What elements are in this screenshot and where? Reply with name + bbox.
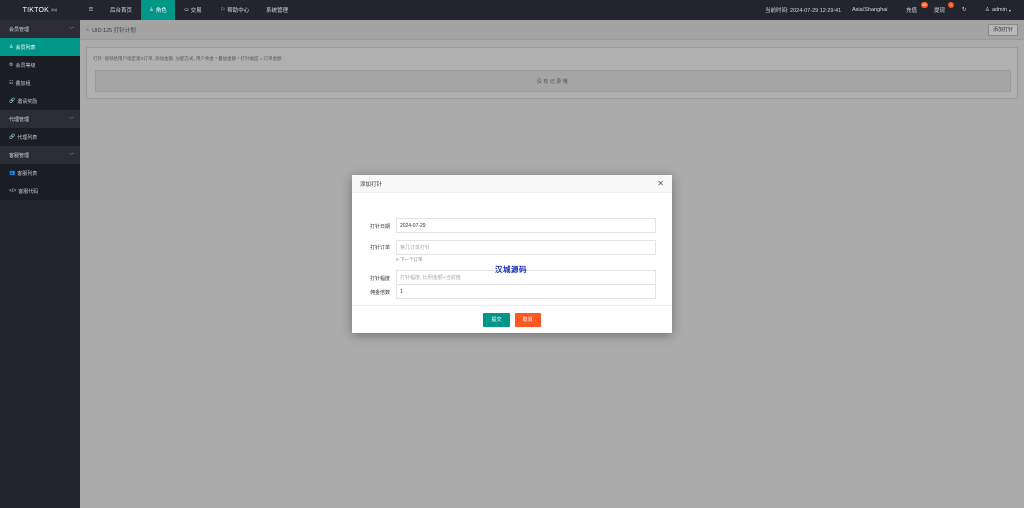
- flag-icon: ⚐: [220, 7, 226, 13]
- dialog-header: 添加打针 ✕: [352, 175, 672, 193]
- current-time: 当前时间: 2024-07-29 12:29:41: [765, 0, 841, 20]
- nav-home-label: 后台首页: [109, 8, 132, 14]
- user-icon: ♙: [149, 7, 154, 13]
- logo-sup: 商城: [50, 8, 58, 12]
- sidebar-group-label: 客服管理: [9, 152, 30, 159]
- user-menu[interactable]: ♙ admin ▾: [985, 0, 1011, 20]
- sidebar-item-label: 客服列表: [17, 170, 38, 177]
- dialog-footer: 提交 取消: [352, 305, 672, 333]
- sidebar-item-invite-reward[interactable]: 🔗 邀请奖励: [0, 92, 80, 110]
- top-bar: TIKTOK 商城 ☰ 后台首页 ♙ 角色 ⛀ 交易 ⚐ 帮助中心 系统管理 当前…: [0, 0, 1024, 20]
- sidebar-item-support-code[interactable]: </> 客服代码: [0, 182, 80, 200]
- breadcrumb-bar: « UID:125 打针计划 添加打针: [80, 20, 1024, 40]
- refresh-icon: ↻: [962, 7, 967, 13]
- sidebar-item-stack-group[interactable]: ☷ 叠加组: [0, 74, 80, 92]
- sidebar-item-label: 客服代码: [18, 188, 39, 195]
- nav-home[interactable]: 后台首页: [102, 0, 140, 20]
- withdraw-link[interactable]: 提现: [934, 0, 945, 20]
- timezone: Asia/Shanghai: [852, 0, 887, 20]
- trade-icon: ⛀: [184, 7, 189, 13]
- order-help: 0-下一个订单: [396, 257, 423, 262]
- sidebar-item-agent-list[interactable]: 🔗 代理列表: [0, 128, 80, 146]
- nav-system[interactable]: 系统管理: [260, 0, 294, 20]
- nav-trade-label: 交易: [190, 8, 202, 14]
- recharge-badge: 56: [921, 2, 928, 8]
- content-panel: 打针: 能够给用户指定第X订单, 添加金额, 分配方式, 用户余金 * 叠加金额…: [86, 47, 1018, 99]
- empty-table: 没有记录哦: [95, 70, 1011, 92]
- order-field[interactable]: 第几订单打针: [396, 240, 656, 255]
- nav-system-label: 系统管理: [265, 8, 288, 14]
- refresh-button[interactable]: ↻: [962, 0, 967, 20]
- nav-role-label: 角色: [155, 8, 167, 14]
- menu-toggle-button[interactable]: ☰: [80, 0, 102, 20]
- chevron-up-icon: ﹀: [68, 152, 74, 159]
- user-icon: ♙: [985, 7, 990, 13]
- recharge-link[interactable]: 充值: [906, 0, 917, 20]
- sidebar-group-label: 代理管理: [9, 116, 30, 123]
- watermark: 汉城源码: [495, 265, 527, 274]
- nav-help[interactable]: ⚐ 帮助中心: [212, 0, 258, 20]
- close-icon[interactable]: ✕: [657, 179, 664, 188]
- add-injection-dialog: 添加打针 ✕ 打针日期 2024-07-29 打针订单 第几订单打针 0-下一个…: [352, 175, 672, 333]
- dialog-title: 添加打针: [360, 181, 383, 188]
- nav-trade[interactable]: ⛀ 交易: [176, 0, 210, 20]
- info-tip: 打针: 能够给用户指定第X订单, 添加金额, 分配方式, 用户余金 * 叠加金额…: [93, 56, 282, 61]
- withdraw-label: 提现: [934, 8, 946, 14]
- chevron-up-icon: ﹀: [68, 26, 74, 33]
- nav-role[interactable]: ♙ 角色: [141, 0, 175, 20]
- time-text: 当前时间: 2024-07-29 12:29:41: [765, 8, 842, 14]
- timezone-text: Asia/Shanghai: [852, 7, 888, 13]
- gear-icon: ⚙: [9, 62, 14, 68]
- username: admin: [991, 7, 1007, 13]
- breadcrumb: « UID:125 打针计划: [86, 20, 136, 40]
- sidebar-item-label: 邀请奖励: [17, 98, 38, 105]
- sidebar-item-support-list[interactable]: 👥 客服列表: [0, 164, 80, 182]
- list-icon: ☷: [9, 80, 14, 86]
- sidebar-group-members[interactable]: 会员管理 ﹀: [0, 20, 80, 38]
- app-logo[interactable]: TIKTOK 商城: [0, 0, 80, 20]
- sidebar-group-support[interactable]: 客服管理 ﹀: [0, 146, 80, 164]
- code-icon: </>: [9, 188, 17, 194]
- sidebar-group-label: 会员管理: [9, 26, 30, 33]
- back-icon[interactable]: «: [86, 27, 89, 33]
- nav-help-label: 帮助中心: [227, 8, 250, 14]
- sidebar-item-label: 代理列表: [17, 134, 38, 141]
- cancel-button[interactable]: 取消: [514, 312, 541, 327]
- sidebar: 会员管理 ﹀ ♙ 会员列表 ⚙ 会员等级 ☷ 叠加组 🔗 邀请奖励 代理管理 ﹀…: [0, 20, 80, 508]
- logo-text: TIKTOK: [22, 6, 49, 14]
- withdraw-badge: 1: [948, 2, 954, 8]
- chevron-down-icon: ▾: [1008, 7, 1011, 13]
- submit-button[interactable]: 提交: [483, 312, 510, 327]
- recharge-label: 充值: [906, 8, 918, 14]
- chevron-up-icon: ﹀: [68, 116, 74, 123]
- link-icon: 🔗: [9, 98, 16, 104]
- sidebar-item-member-list[interactable]: ♙ 会员列表: [0, 38, 80, 56]
- date-field[interactable]: 2024-07-29: [396, 218, 656, 233]
- link-icon: 🔗: [9, 134, 16, 140]
- sidebar-item-label: 叠加组: [15, 80, 31, 87]
- users-icon: 👥: [9, 170, 16, 176]
- sidebar-item-label: 会员列表: [15, 44, 36, 51]
- sidebar-group-agents[interactable]: 代理管理 ﹀: [0, 110, 80, 128]
- user-icon: ♙: [9, 44, 14, 50]
- page-title: UID:125 打针计划: [92, 28, 136, 34]
- sidebar-item-member-level[interactable]: ⚙ 会员等级: [0, 56, 80, 74]
- menu-icon: ☰: [88, 7, 94, 13]
- add-injection-button[interactable]: 添加打针: [987, 24, 1018, 36]
- commission-field[interactable]: 1: [396, 284, 656, 299]
- sidebar-item-label: 会员等级: [15, 62, 36, 69]
